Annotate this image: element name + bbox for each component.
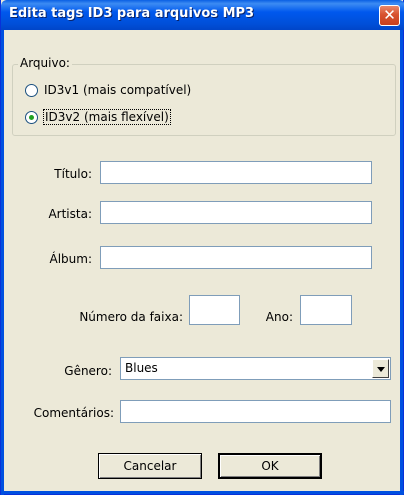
radio-id3v1[interactable]: ID3v1 (mais compatível) xyxy=(25,82,191,98)
cancel-button[interactable]: Cancelar xyxy=(98,453,202,479)
close-icon: ✕ xyxy=(383,6,396,24)
album-label: Álbum: xyxy=(49,252,93,266)
chevron-down-icon[interactable] xyxy=(372,359,389,378)
album-input[interactable] xyxy=(100,246,372,269)
ok-button[interactable]: OK xyxy=(218,453,322,479)
title-input[interactable] xyxy=(100,161,372,184)
file-group-legend: Arquivo: xyxy=(18,56,72,70)
window-title: Edita tags ID3 para arquivos MP3 xyxy=(9,6,255,21)
window-frame-right xyxy=(400,30,403,495)
genre-selected-value: Blues xyxy=(125,361,158,375)
genre-select[interactable]: Blues xyxy=(120,357,391,380)
track-number-label: Número da faixa: xyxy=(79,310,183,324)
genre-label: Gênero: xyxy=(64,364,112,378)
year-input[interactable] xyxy=(300,295,352,325)
radio-id3v1-label: ID3v1 (mais compatível) xyxy=(44,83,192,97)
artist-input[interactable] xyxy=(100,201,372,224)
radio-id3v2-label: ID3v2 (mais flexível) xyxy=(43,109,171,125)
window-frame-bottom xyxy=(1,491,404,494)
file-groupbox xyxy=(12,64,396,136)
window-frame-left xyxy=(1,30,4,495)
comments-input[interactable] xyxy=(120,400,391,423)
track-number-input[interactable] xyxy=(189,295,240,325)
artist-label: Artista: xyxy=(48,207,92,221)
radio-id3v1-button[interactable] xyxy=(25,83,38,97)
title-bar[interactable]: Edita tags ID3 para arquivos MP3 ✕ xyxy=(1,0,404,30)
id3-tag-editor-dialog: Edita tags ID3 para arquivos MP3 ✕ Arqui… xyxy=(0,0,404,495)
title-label: Título: xyxy=(54,167,92,181)
radio-id3v2[interactable]: ID3v2 (mais flexível) xyxy=(25,109,171,125)
comments-label: Comentários: xyxy=(33,406,114,420)
radio-id3v2-button[interactable] xyxy=(25,110,38,124)
close-button[interactable]: ✕ xyxy=(379,5,400,26)
year-label: Ano: xyxy=(265,310,293,324)
